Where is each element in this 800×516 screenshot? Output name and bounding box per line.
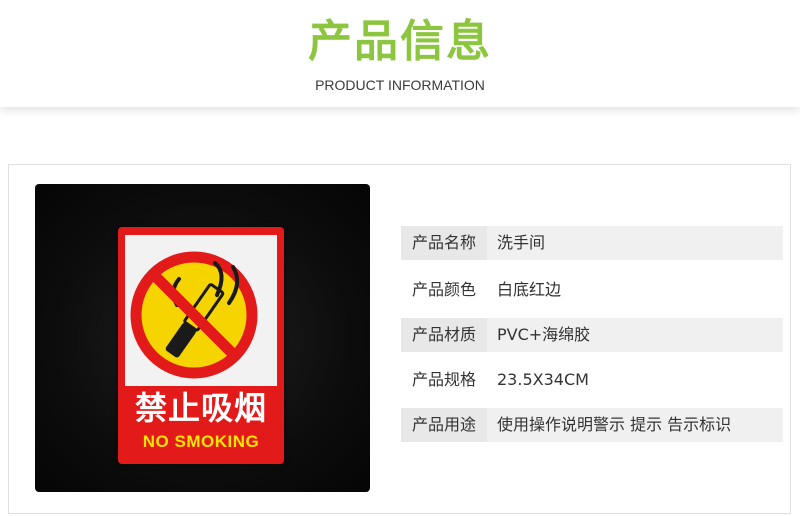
- info-row-usage: 产品用途 使用操作说明警示 提示 告示标识: [401, 408, 783, 442]
- info-value: 23.5X34CM: [497, 370, 589, 389]
- page-title: 产品信息: [308, 16, 492, 67]
- info-label: 产品用途: [401, 408, 487, 442]
- page-subtitle: PRODUCT INFORMATION: [315, 77, 485, 93]
- info-value: 使用操作说明警示 提示 告示标识: [497, 415, 732, 434]
- info-value: PVC+海绵胶: [497, 325, 591, 344]
- no-smoking-icon: [130, 251, 258, 379]
- info-value: 洗手间: [497, 233, 546, 252]
- sign-chinese-text: 禁止吸烟: [134, 389, 267, 427]
- sign-english-text: NO SMOKING: [142, 432, 260, 451]
- info-row-material: 产品材质 PVC+海绵胶: [401, 318, 783, 352]
- product-photo: 禁止吸烟 NO SMOKING: [35, 184, 370, 492]
- no-smoking-sign: 禁止吸烟 NO SMOKING: [118, 227, 284, 464]
- info-value: 白底红边: [497, 280, 562, 299]
- page-header: 产品信息 PRODUCT INFORMATION: [0, 0, 800, 107]
- sign-symbol-area: [125, 235, 277, 386]
- info-row-color: 产品颜色 白底红边: [401, 273, 783, 307]
- info-label: 产品规格: [411, 370, 476, 389]
- info-row-name: 产品名称 洗手间: [401, 226, 783, 260]
- info-label: 产品名称: [401, 226, 487, 260]
- info-label: 产品颜色: [411, 280, 476, 299]
- info-row-size: 产品规格 23.5X34CM: [401, 363, 783, 397]
- info-label: 产品材质: [401, 318, 487, 352]
